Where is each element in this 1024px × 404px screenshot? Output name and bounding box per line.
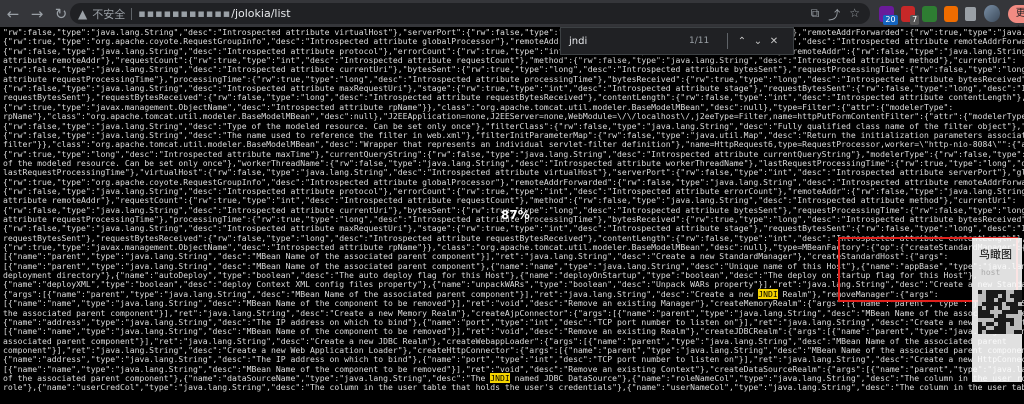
profile-avatar[interactable] [984, 5, 1000, 22]
thumbnail-cell [998, 310, 1002, 314]
omnibox-separator [131, 7, 133, 20]
json-text-line: role"},{"name":"userCredCol","type":"jav… [3, 382, 1024, 394]
thumbnail-cell [994, 298, 998, 302]
bookmark-star-icon[interactable]: ☆ [849, 6, 860, 23]
omnibox-actions: ⧉ ⤴ ☆ [811, 6, 860, 23]
birds-eye-thumbnail[interactable] [978, 290, 1022, 334]
url-host-redacted: ▪▪▪▪▪▪▪▪▪▪▪ [138, 7, 232, 20]
extensions-area: 20 7 更新 ⋮ [872, 4, 1024, 37]
reload-icon[interactable]: ↻ [50, 3, 72, 25]
extension-badge: 20 [883, 14, 898, 25]
extension-icon[interactable] [922, 5, 937, 22]
not-secure-label[interactable]: 不安全 [92, 6, 125, 22]
thumbnail-cell [1006, 306, 1010, 310]
extension-icon[interactable]: 20 [879, 5, 898, 25]
find-input[interactable]: jndi [569, 36, 689, 47]
find-match-count: 1/11 [689, 36, 710, 46]
thumbnail-cell [994, 322, 998, 326]
json-text-segment: role"},{"name":"userCredCol","type":"jav… [3, 382, 1024, 393]
thumbnail-cell [1010, 290, 1014, 294]
url-path: /jolokia/list [231, 7, 291, 20]
not-secure-warning-icon[interactable]: ▲ [78, 7, 87, 21]
thumbnail-cell [982, 330, 986, 334]
puzzle-extensions-icon[interactable] [965, 6, 977, 21]
address-bar[interactable]: ▲ 不安全 ▪▪▪▪▪▪▪▪▪▪▪ /jolokia/list ⧉ ⤴ ☆ [70, 3, 870, 24]
thumbnail-cell [998, 294, 1002, 298]
thumbnail-cell [982, 306, 986, 310]
browser-toolbar: ← → ↻ ▲ 不安全 ▪▪▪▪▪▪▪▪▪▪▪ /jolokia/list ⧉ … [0, 0, 1024, 37]
thumbnail-cell [990, 326, 994, 330]
back-arrow-icon[interactable]: ← [2, 3, 24, 25]
update-button[interactable]: 更新 [1007, 4, 1024, 37]
find-separator [727, 33, 728, 49]
extension-icon[interactable]: 7 [900, 5, 920, 25]
share-icon[interactable]: ⤴ [828, 6, 840, 23]
thumbnail-cell [1010, 298, 1014, 302]
find-close-icon[interactable]: ✕ [766, 36, 782, 47]
birds-eye-label[interactable]: 鸟瞰图 [979, 246, 1012, 262]
thumbnail-cell [1010, 330, 1014, 334]
thumbnail-cell [1018, 302, 1022, 306]
find-previous-icon[interactable]: ⌃ [734, 36, 750, 47]
birds-eye-host-text: host [981, 268, 1001, 277]
find-in-page-bar: jndi 1/11 ⌃ ⌄ ✕ [560, 27, 794, 55]
thumbnail-cell [982, 298, 986, 302]
thumbnail-cell [1018, 326, 1022, 330]
thumbnail-cell [994, 314, 998, 318]
zoom-percentage: 87% [501, 208, 530, 222]
shield-extension-icon[interactable] [943, 5, 959, 22]
forward-arrow-icon[interactable]: → [26, 3, 48, 25]
translate-icon[interactable]: ⧉ [811, 6, 820, 23]
extension-badge: 7 [910, 14, 920, 25]
find-next-icon[interactable]: ⌄ [750, 36, 766, 47]
